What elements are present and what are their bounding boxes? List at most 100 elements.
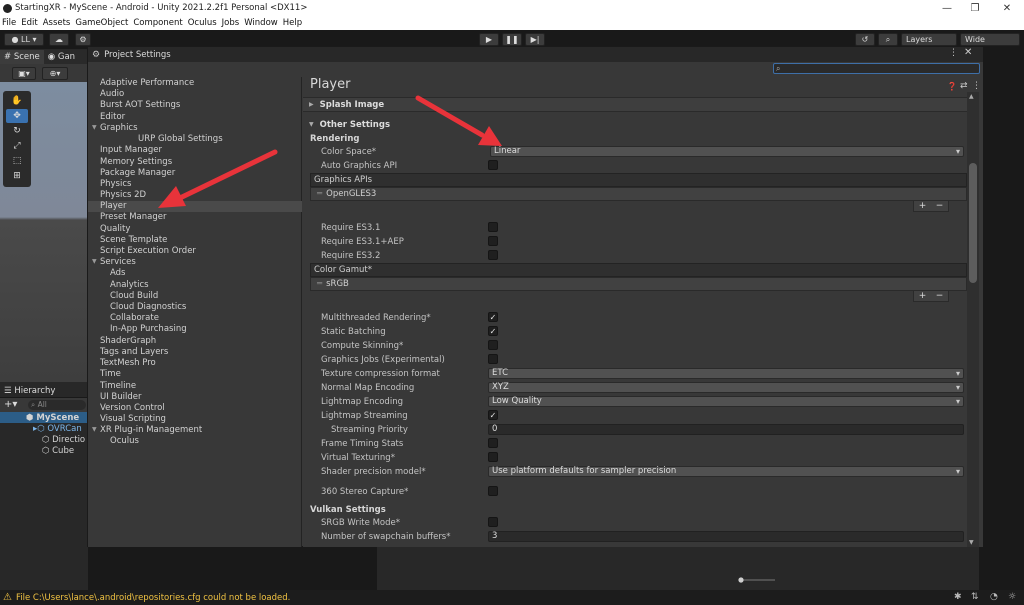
other-settings-foldout[interactable]: ▼ Other Settings [303,117,967,132]
close-button[interactable]: ✕ [992,0,1022,16]
menu-edit[interactable]: Edit [21,18,37,28]
graphics-jobs-checkbox[interactable] [488,354,498,364]
nav-item[interactable]: URP Global Settings [138,134,223,145]
list-item[interactable]: ═ OpenGLES3 [310,187,967,201]
project-settings-titlebar[interactable]: ⚙ Project Settings ⋮ ✕ [88,47,983,62]
frame-timing-checkbox[interactable] [488,438,498,448]
account-button[interactable]: ● LL ▾ [4,33,44,46]
drag-handle-icon[interactable]: ═ [317,189,322,199]
auto-graphics-checkbox[interactable] [488,160,498,170]
nav-item[interactable]: Burst AOT Settings [100,100,180,111]
search-icon[interactable]: ⌕ [878,33,898,46]
network-icon[interactable]: ⇅ [971,592,979,602]
layers-dropdown[interactable]: Layers [901,33,957,46]
splash-image-foldout[interactable]: ▶ Splash Image [303,97,967,112]
shader-precision-dropdown[interactable]: Use platform defaults for sampler precis… [488,466,964,477]
nav-item[interactable]: Input Manager [100,145,162,156]
expand-caret-icon[interactable]: ▼ [92,258,97,265]
lightmap-streaming-checkbox[interactable]: ✓ [488,410,498,420]
transform-tool-icon[interactable]: ⊞ [6,169,28,183]
add-icon[interactable]: + [919,291,927,301]
list-item[interactable]: ⬡ Cube [0,445,88,456]
scale-tool-icon[interactable]: ⤢ [6,139,28,153]
nav-item[interactable]: Collaborate [110,313,159,324]
nav-item[interactable]: Physics 2D [100,190,146,201]
maximize-button[interactable]: ❐ [960,0,990,16]
srgb-write-checkbox[interactable] [488,517,498,527]
menu-help[interactable]: Help [283,18,302,28]
nav-item[interactable]: Editor [100,112,125,123]
stereo-capture-checkbox[interactable] [488,486,498,496]
nav-item[interactable]: ShaderGraph [100,336,156,347]
nav-item[interactable]: Ads [110,268,126,279]
nav-item[interactable]: TextMesh Pro [100,358,156,369]
nav-item[interactable]: Analytics [110,280,149,291]
nav-item[interactable]: Version Control [100,403,165,414]
nav-item[interactable]: Tags and Layers [100,347,168,358]
step-button[interactable]: ▶| [525,33,545,46]
close-icon[interactable]: ✕ [964,47,972,58]
history-icon[interactable]: ↺ [855,33,875,46]
normal-map-dropdown[interactable]: XYZ [488,382,964,393]
drag-handle-icon[interactable]: ═ [317,279,322,289]
cloud-icon[interactable]: ☁ [49,33,69,46]
texture-compression-dropdown[interactable]: ETC [488,368,964,379]
bug-icon[interactable]: ✱ [954,592,962,602]
menu-assets[interactable]: Assets [43,18,71,28]
expand-caret-icon[interactable]: ▼ [92,426,97,433]
color-space-dropdown[interactable]: Linear [490,146,964,157]
scrollbar-thumb[interactable] [969,163,977,283]
preset-icon[interactable]: ⇄ [960,81,968,91]
more-options-icon[interactable]: ⋮ [949,48,958,58]
streaming-priority-input[interactable]: 0 [488,424,964,435]
multithreaded-checkbox[interactable]: ✓ [488,312,498,322]
require-es32-checkbox[interactable] [488,250,498,260]
swapchain-input[interactable]: 3 [488,531,964,542]
nav-item[interactable]: Audio [100,89,124,100]
rect-tool-icon[interactable]: ⬚ [6,154,28,168]
nav-item[interactable]: In-App Purchasing [110,324,187,335]
nav-item[interactable]: Time [100,369,121,380]
tab-scene[interactable]: # Scene [0,50,44,64]
nav-item[interactable]: Adaptive Performance [100,78,194,89]
menu-oculus[interactable]: Oculus [188,18,217,28]
nav-item[interactable]: Package Manager [100,168,175,179]
hand-tool-icon[interactable]: ✋ [6,94,28,108]
more-options-icon[interactable]: ⋮ [972,81,981,91]
nav-item[interactable]: Visual Scripting [100,414,166,425]
compute-skinning-checkbox[interactable] [488,340,498,350]
nav-item[interactable]: Physics [100,179,131,190]
menu-component[interactable]: Component [133,18,182,28]
hierarchy-search-input[interactable]: ⌕ All [28,400,86,410]
draw-mode-button[interactable]: ▣▾ [12,67,36,80]
nav-item[interactable]: Cloud Build [110,291,158,302]
rotate-tool-icon[interactable]: ↻ [6,124,28,138]
menu-window[interactable]: Window [244,18,278,28]
list-item[interactable]: ═ sRGB [310,277,967,291]
play-button[interactable]: ▶ [479,33,499,46]
list-item[interactable]: ▸⬡ OVRCan [0,423,88,434]
status-message[interactable]: File C:\Users\lance\.android\repositorie… [16,593,290,603]
add-icon[interactable]: + [919,201,927,211]
pause-button[interactable]: ❚❚ [502,33,522,46]
list-item[interactable]: ⬢ MyScene [0,412,88,423]
scrollbar-track[interactable] [967,92,979,547]
progress-icon[interactable]: ◔ [990,592,998,602]
scroll-down-icon[interactable]: ▼ [969,539,974,546]
lightmap-encoding-dropdown[interactable]: Low Quality [488,396,964,407]
list-item[interactable]: ⬡ Directio [0,434,88,445]
require-es31-checkbox[interactable] [488,222,498,232]
add-icon[interactable]: +▾ [4,399,17,410]
nav-item[interactable]: Services [100,257,136,268]
nav-item[interactable]: XR Plug-in Management [100,425,202,436]
layout-dropdown[interactable]: Wide [960,33,1020,46]
collab-icon[interactable]: ⚙ [75,33,91,46]
move-tool-icon[interactable]: ✥ [6,109,28,123]
menu-gameobject[interactable]: GameObject [75,18,128,28]
nav-item[interactable]: Graphics [100,123,138,134]
nav-item[interactable]: Preset Manager [100,212,166,223]
nav-item[interactable]: Memory Settings [100,157,172,168]
nav-item[interactable]: Quality [100,224,130,235]
nav-item[interactable]: Scene Template [100,235,167,246]
tab-game[interactable]: ◉ Gan [44,50,79,64]
